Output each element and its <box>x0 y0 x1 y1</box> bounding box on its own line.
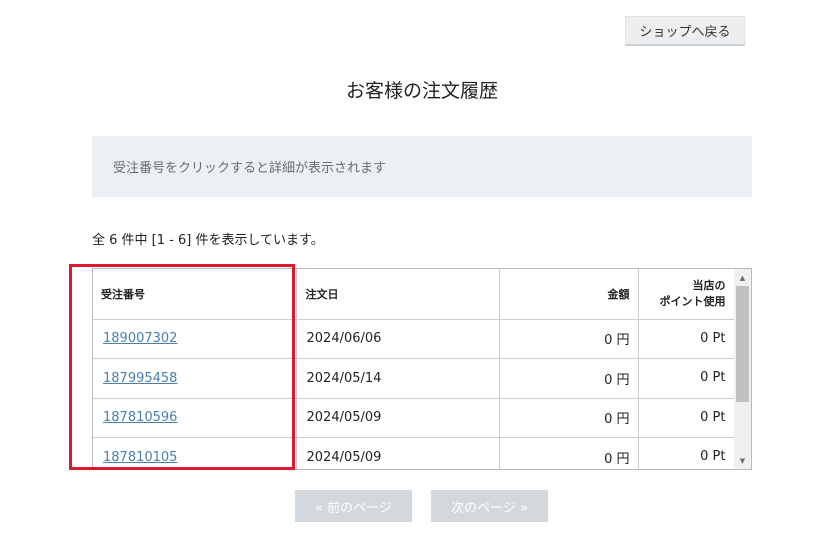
cell-amount: 0 円 <box>499 319 639 359</box>
table-row: 187810596 2024/05/09 0 円 0 Pt <box>93 398 736 438</box>
order-number-link[interactable]: 187810105 <box>103 450 177 465</box>
order-number-link[interactable]: 187810596 <box>103 410 177 425</box>
scroll-down-arrow-icon[interactable]: ▼ <box>734 452 751 469</box>
next-page-button[interactable]: 次のページ » <box>431 490 548 522</box>
back-to-shop-button[interactable]: ショップへ戻る <box>625 16 745 46</box>
info-box: 受注番号をクリックすると詳細が表示されます <box>92 136 752 197</box>
order-number-link[interactable]: 189007302 <box>103 331 177 346</box>
cell-order-date: 2024/05/14 <box>296 358 500 399</box>
cell-order-no: 187995458 <box>93 358 297 399</box>
cell-order-date: 2024/06/06 <box>296 319 500 359</box>
order-number-link[interactable]: 187995458 <box>103 371 177 386</box>
cell-points: 0 Pt <box>638 358 736 399</box>
info-text: 受注番号をクリックすると詳細が表示されます <box>113 161 387 176</box>
column-header-amount: 金額 <box>499 269 639 320</box>
cell-amount: 0 円 <box>499 437 639 469</box>
cell-order-no: 187810105 <box>93 437 297 469</box>
page-title: お客様の注文履歴 <box>345 80 498 102</box>
cell-amount: 0 円 <box>499 398 639 438</box>
column-header-order-no: 受注番号 <box>93 269 297 320</box>
table-header-row: 受注番号 注文日 金額 当店のポイント使用 <box>93 269 736 320</box>
cell-order-no: 189007302 <box>93 319 297 359</box>
order-history-table-container[interactable]: 受注番号 注文日 金額 当店のポイント使用 189007302 2024/06/… <box>92 268 752 470</box>
column-header-points: 当店のポイント使用 <box>638 269 736 320</box>
table-row: 187810105 2024/05/09 0 円 0 Pt <box>93 437 736 469</box>
cell-points: 0 Pt <box>638 437 736 469</box>
result-count: 全 6 件中 [1 - 6] 件を表示しています。 <box>92 233 324 248</box>
table-scrollbar[interactable]: ▲ ▼ <box>734 269 751 469</box>
cell-order-no: 187810596 <box>93 398 297 438</box>
cell-points: 0 Pt <box>638 319 736 359</box>
cell-order-date: 2024/05/09 <box>296 398 500 438</box>
column-header-points-line1: 当店の <box>692 278 726 292</box>
cell-amount: 0 円 <box>499 358 639 399</box>
cell-order-date: 2024/05/09 <box>296 437 500 469</box>
cell-points: 0 Pt <box>638 398 736 438</box>
order-history-table: 受注番号 注文日 金額 当店のポイント使用 189007302 2024/06/… <box>93 269 736 469</box>
table-row: 187995458 2024/05/14 0 円 0 Pt <box>93 358 736 399</box>
table-row: 189007302 2024/06/06 0 円 0 Pt <box>93 319 736 359</box>
column-header-order-date: 注文日 <box>296 269 500 320</box>
scroll-up-arrow-icon[interactable]: ▲ <box>734 269 751 286</box>
previous-page-button[interactable]: « 前のページ <box>295 490 412 522</box>
scrollbar-thumb[interactable] <box>736 286 749 402</box>
column-header-points-line2: ポイント使用 <box>659 294 726 308</box>
